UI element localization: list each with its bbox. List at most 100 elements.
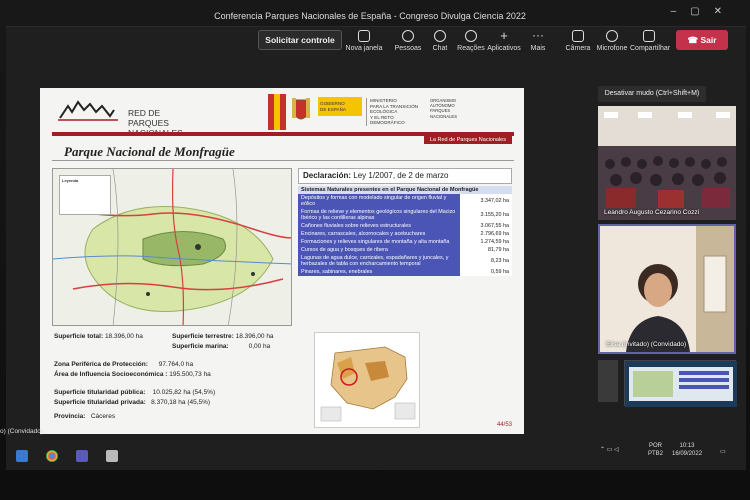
peripheral-zone-label: Zona Periférica de Protección: bbox=[54, 361, 148, 368]
new-window-button[interactable]: Nova janela bbox=[345, 30, 383, 52]
chrome-icon[interactable] bbox=[46, 450, 58, 462]
declaration-value: Ley 1/2007, de 2 de marzo bbox=[353, 171, 449, 180]
leave-label: Sair bbox=[700, 35, 717, 45]
minimize-icon[interactable]: – bbox=[671, 6, 691, 17]
private-ownership-value: 8.370,18 ha (45,5%) bbox=[151, 399, 211, 406]
table-row: Encinares, carrascales, alcornocales y a… bbox=[298, 230, 512, 238]
row-label: Formaciones y relieves singulares de mon… bbox=[298, 238, 460, 246]
network-tag: La Red de Parques Nacionales bbox=[423, 136, 512, 144]
participant-tile-audience[interactable]: Leandro Augusto Cezarino Cozzi bbox=[598, 106, 736, 220]
participant-tile-small[interactable] bbox=[598, 360, 618, 402]
row-value: 3.347,02 ha bbox=[460, 194, 512, 208]
province-value: Cáceres bbox=[90, 413, 116, 420]
row-value: 81,79 ha bbox=[460, 246, 512, 254]
table-header-row: Sistemas Naturales presentes en el Parqu… bbox=[298, 186, 512, 194]
row-label: Formas de relieve y elementos geológicos… bbox=[298, 208, 460, 222]
land-area: Superficie terrestre: 18.396,00 ha bbox=[172, 332, 274, 342]
lang-line2: PTB2 bbox=[648, 451, 664, 457]
more-button[interactable]: ··· Mais bbox=[519, 28, 557, 52]
language-indicator[interactable]: POR PTB2 bbox=[648, 442, 663, 458]
row-value: 8,23 ha bbox=[460, 254, 512, 268]
shared-content-thumbnail[interactable] bbox=[624, 360, 737, 407]
camera-button[interactable]: Câmera bbox=[559, 30, 597, 52]
maximize-icon[interactable]: ▢ bbox=[690, 6, 713, 17]
row-label: Cañones fluviales sobre relieves estruct… bbox=[298, 222, 460, 230]
peripheral-zone: Zona Periférica de Protección: 97.764,0 … bbox=[54, 360, 193, 370]
table-row: Lagunas de agua dulce, carrizales, espad… bbox=[298, 254, 512, 268]
leave-button[interactable]: ☎ Sair bbox=[676, 30, 728, 50]
people-label: Pessoas bbox=[394, 45, 422, 52]
private-ownership-label: Superficie titularidad privada: bbox=[54, 399, 146, 406]
row-value: 2.796,69 ha bbox=[460, 230, 512, 238]
participant-name: Elisa (Invitado) (Convidado) bbox=[606, 341, 687, 348]
speaker-icon[interactable]: ◁ bbox=[614, 447, 619, 453]
ministry-text: MINISTERIO PARA LA TRANSICIÓN ECOLÓGICA … bbox=[366, 98, 426, 126]
file-explorer-icon[interactable] bbox=[16, 450, 28, 462]
notification-icon[interactable]: ▭ bbox=[720, 448, 726, 456]
gov-line2: DE ESPAÑA bbox=[320, 106, 346, 112]
camera-label: Câmera bbox=[565, 45, 591, 52]
new-window-icon bbox=[358, 30, 370, 42]
request-control-button[interactable]: Solicitar controle bbox=[258, 30, 342, 50]
map-legend: Leyenda bbox=[59, 175, 111, 215]
ministry-line3: Y EL RETO DEMOGRÁFICO bbox=[370, 114, 405, 126]
clock[interactable]: 10:13 16/09/2022 bbox=[672, 442, 702, 458]
gov-text: GOBIERNO DE ESPAÑA bbox=[318, 97, 362, 116]
land-area-label: Superficie terrestre: bbox=[172, 333, 234, 340]
row-value: 3.067,55 ha bbox=[460, 222, 512, 230]
spain-map-image bbox=[320, 346, 416, 422]
province-label: Provincia: bbox=[54, 413, 86, 420]
marine-area-value: 0,00 ha bbox=[248, 343, 271, 350]
network-icon[interactable]: ▭ bbox=[607, 447, 613, 453]
public-ownership-value: 10.025,82 ha (54,5%) bbox=[152, 389, 216, 396]
people-icon bbox=[402, 30, 414, 42]
slide-title: Parque Nacional de Monfragüe bbox=[64, 144, 235, 159]
participant-left-label: o) (Convidado) bbox=[0, 428, 43, 435]
audience-video bbox=[598, 106, 736, 220]
ministry-line2: PARA LA TRANSICIÓN ECOLÓGICA bbox=[370, 103, 419, 115]
chevron-up-icon[interactable]: ⌃ bbox=[600, 447, 605, 453]
shared-slide: RED DE PARQUES NACIONALES GOBIERNO DE ES… bbox=[40, 88, 524, 434]
row-label: Cursos de agua y bosques de ribera bbox=[298, 246, 460, 254]
private-ownership: Superficie titularidad privada: 8.370,18… bbox=[54, 398, 210, 408]
window-title: Conferencia Parques Nacionales de España… bbox=[214, 11, 526, 21]
red-parques-logo: RED DE PARQUES NACIONALES bbox=[58, 96, 208, 138]
thumbnail-image bbox=[625, 361, 737, 407]
new-window-label: Nova janela bbox=[345, 45, 383, 52]
row-label: Encinares, carrascales, alcornocales y a… bbox=[298, 230, 460, 238]
row-value: 0,59 ha bbox=[460, 268, 512, 276]
influence-area-label: Área de Influencia Socioeconómica : bbox=[54, 371, 168, 378]
camera-icon bbox=[572, 30, 584, 42]
reactions-label: Reações bbox=[457, 45, 485, 52]
apps-label: Aplicativos bbox=[487, 45, 521, 52]
rpn-line1: RED DE bbox=[128, 108, 161, 118]
close-icon[interactable]: ✕ bbox=[714, 6, 736, 17]
more-icon: ··· bbox=[532, 28, 544, 42]
animals-logo-icon bbox=[58, 100, 118, 121]
row-value: 1.274,59 ha bbox=[460, 238, 512, 246]
participant-tile-elisa[interactable]: Elisa (Invitado) (Convidado) bbox=[598, 224, 736, 354]
government-logo: GOBIERNO DE ESPAÑA MINISTERIO PARA LA TR… bbox=[268, 94, 460, 130]
influence-area-value: 195.500,73 ha bbox=[169, 371, 211, 378]
total-area-value: 18.396,00 ha bbox=[104, 333, 143, 340]
marine-area-label: Superficie marina: bbox=[172, 343, 229, 350]
microphone-icon bbox=[606, 30, 618, 42]
chat-icon bbox=[434, 30, 446, 42]
app-icon[interactable] bbox=[106, 450, 118, 462]
row-label: Depósitos y formas con modelado singular… bbox=[298, 194, 460, 208]
spain-locator-map bbox=[314, 332, 420, 428]
phone-icon: ☎ bbox=[687, 35, 701, 45]
participant-name: Leandro Augusto Cezarino Cozzi bbox=[604, 209, 700, 216]
total-area-label: Superficie total: bbox=[54, 333, 104, 340]
apps-button[interactable]: + Aplicativos bbox=[485, 29, 523, 52]
speaker-video bbox=[600, 226, 734, 352]
share-button[interactable]: Compartilhar bbox=[630, 30, 670, 52]
tray-icons[interactable]: ⌃ ▭ ◁ bbox=[600, 446, 619, 454]
chat-label: Chat bbox=[432, 45, 448, 52]
microphone-button[interactable]: Microfone bbox=[593, 30, 631, 52]
microphone-label: Microfone bbox=[596, 45, 628, 52]
teams-icon[interactable] bbox=[76, 450, 88, 462]
title-divider bbox=[52, 160, 514, 161]
window-controls[interactable]: –▢✕ bbox=[671, 6, 736, 17]
public-ownership-label: Superficie titularidad pública: bbox=[54, 389, 146, 396]
